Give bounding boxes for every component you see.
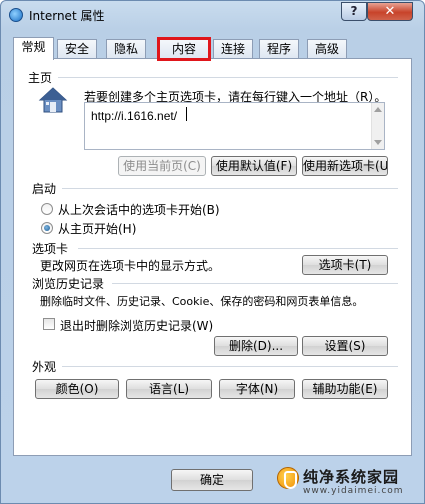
internet-globe-icon xyxy=(9,8,23,22)
delete-history-button[interactable]: 删除(D)... xyxy=(214,336,298,356)
homepage-url-textarea[interactable]: http://i.1616.net/ xyxy=(84,102,385,150)
tabs-description: 更改网页在选项卡中的显示方式。 xyxy=(40,259,221,273)
accessibility-button[interactable]: 辅助功能(E) xyxy=(302,379,388,399)
home-house-icon xyxy=(38,87,68,113)
section-divider xyxy=(58,77,398,78)
window-title: Internet 属性 xyxy=(29,9,105,23)
use-default-button[interactable]: 使用默认值(F) xyxy=(211,156,297,176)
scroll-down-arrow-icon[interactable] xyxy=(374,140,382,145)
general-tab-panel: 主页 若要创建多个主页选项卡，请在每行键入一个地址（R）。 http://i.1… xyxy=(13,58,412,456)
title-bar[interactable]: Internet 属性 ? ✕ xyxy=(1,1,424,29)
ok-button[interactable]: 确定 xyxy=(171,469,253,491)
history-section-label: 浏览历史记录 xyxy=(32,277,105,291)
fonts-button[interactable]: 字体(N) xyxy=(219,379,295,399)
scroll-up-arrow-icon[interactable] xyxy=(374,107,382,112)
history-settings-button[interactable]: 设置(S) xyxy=(302,336,388,356)
history-description: 删除临时文件、历史记录、Cookie、保存的密码和网页表单信息。 xyxy=(40,295,364,308)
watermark-logo-icon xyxy=(277,467,299,489)
section-divider xyxy=(112,283,398,284)
section-divider xyxy=(78,248,398,249)
startup-homepage-radio[interactable] xyxy=(41,222,53,234)
appearance-section-label: 外观 xyxy=(32,360,57,374)
watermark-url: www.yidaimei.com xyxy=(303,486,404,496)
textarea-scrollbar[interactable] xyxy=(371,103,384,149)
use-current-button[interactable]: 使用当前页(C) xyxy=(118,156,206,176)
delete-on-exit-label[interactable]: 退出时删除浏览历史记录(W) xyxy=(60,317,213,334)
tab-programs[interactable]: 程序 xyxy=(259,39,299,59)
languages-button[interactable]: 语言(L) xyxy=(126,379,212,399)
tabs-settings-button[interactable]: 选项卡(T) xyxy=(302,255,388,275)
startup-last-session-radio[interactable] xyxy=(41,203,53,215)
watermark-title: 纯净系统家园 xyxy=(303,468,400,486)
section-divider xyxy=(62,188,398,189)
use-new-tab-button[interactable]: 使用新选项卡(U) xyxy=(302,156,388,176)
tab-security[interactable]: 安全 xyxy=(57,39,97,59)
colors-button[interactable]: 颜色(O) xyxy=(35,379,119,399)
close-button[interactable]: ✕ xyxy=(367,2,413,21)
text-caret xyxy=(186,107,187,121)
tab-advanced[interactable]: 高级 xyxy=(307,39,347,59)
homepage-section-label: 主页 xyxy=(28,71,53,85)
startup-section-label: 启动 xyxy=(32,182,57,196)
tab-strip: 常规 安全 隐私 内容 连接 程序 高级 xyxy=(13,37,413,61)
tab-content[interactable]: 内容 xyxy=(157,37,211,61)
help-button[interactable]: ? xyxy=(341,2,367,21)
dialog-window: Internet 属性 ? ✕ 常规 安全 隐私 内容 连接 程序 高级 主页 … xyxy=(0,0,425,504)
tab-general[interactable]: 常规 xyxy=(13,37,54,60)
section-divider xyxy=(62,366,398,367)
startup-last-session-label[interactable]: 从上次会话中的选项卡开始(B) xyxy=(58,201,220,218)
tab-connections[interactable]: 连接 xyxy=(213,39,253,59)
homepage-url-value: http://i.1616.net/ xyxy=(91,109,178,123)
tab-privacy[interactable]: 隐私 xyxy=(106,39,146,59)
tabs-section-label: 选项卡 xyxy=(32,242,69,256)
startup-homepage-label[interactable]: 从主页开始(H) xyxy=(58,220,136,237)
delete-on-exit-checkbox[interactable] xyxy=(43,318,55,330)
